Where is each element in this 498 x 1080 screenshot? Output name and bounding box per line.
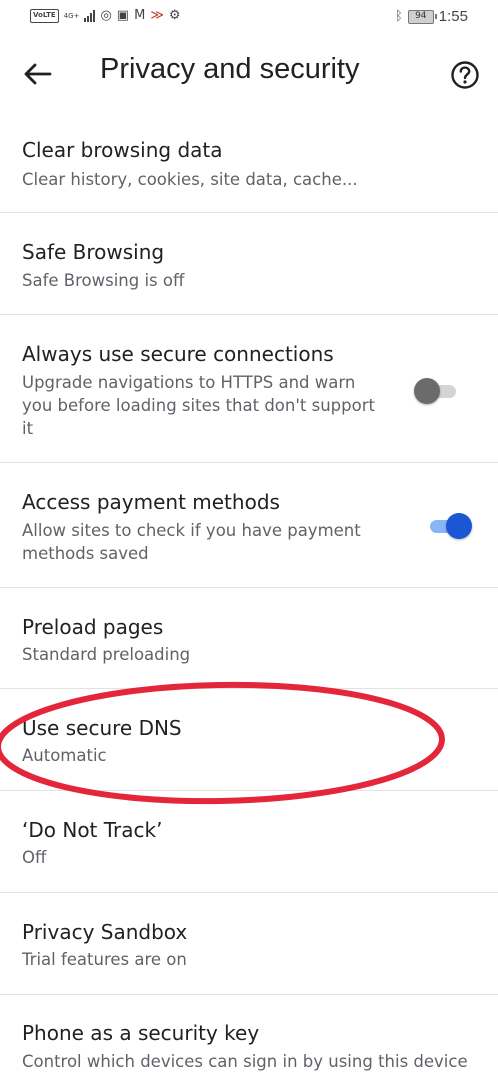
gmail-icon: M bbox=[134, 8, 146, 23]
help-circle-icon bbox=[451, 61, 479, 89]
network-type-label: 4G+ bbox=[63, 11, 80, 20]
do-not-track-item[interactable]: ‘Do Not Track’ Off bbox=[0, 791, 498, 893]
status-icons-right: ᛒ 94 1:55 bbox=[395, 8, 468, 25]
app-notification-icon: ≫ bbox=[150, 8, 164, 23]
item-subtitle: Off bbox=[22, 848, 47, 867]
bluetooth-icon: ᛒ bbox=[394, 9, 403, 24]
item-title: Always use secure connections bbox=[22, 342, 334, 366]
item-subtitle-line-1: Upgrade navigations to HTTPS and warn bbox=[22, 373, 356, 392]
phone-security-key-item[interactable]: Phone as a security key Control which de… bbox=[0, 995, 498, 1080]
safe-browsing-item[interactable]: Safe Browsing Safe Browsing is off bbox=[0, 213, 498, 315]
arrow-back-icon bbox=[24, 63, 52, 85]
item-subtitle: Trial features are on bbox=[22, 950, 187, 969]
settings-list: Clear browsing data Clear history, cooki… bbox=[0, 112, 498, 1080]
item-subtitle: Clear history, cookies, site data, cache… bbox=[22, 170, 358, 189]
battery-icon: 94 bbox=[407, 9, 437, 24]
secure-dns-item[interactable]: Use secure DNS Automatic bbox=[0, 689, 498, 791]
signal-icon bbox=[84, 10, 96, 22]
secure-connections-toggle[interactable] bbox=[414, 377, 462, 405]
item-title: Access payment methods bbox=[22, 490, 280, 514]
payment-methods-toggle[interactable] bbox=[424, 512, 472, 540]
hotspot-icon: ◎ bbox=[100, 8, 112, 23]
status-bar: VoLTE 4G+ ◎ ▣ M ≫ ⚙ ᛒ 94 1:55 bbox=[0, 0, 498, 36]
item-subtitle-line-2: methods saved bbox=[22, 544, 149, 563]
preload-pages-item[interactable]: Preload pages Standard preloading bbox=[0, 588, 498, 689]
item-title: Safe Browsing bbox=[22, 240, 165, 264]
item-subtitle-line-1: Allow sites to check if you have payment bbox=[22, 521, 361, 540]
item-title: Privacy Sandbox bbox=[22, 920, 188, 944]
settings-notification-icon: ⚙ bbox=[168, 8, 181, 23]
page-title: Privacy and security bbox=[100, 53, 360, 85]
privacy-sandbox-item[interactable]: Privacy Sandbox Trial features are on bbox=[0, 893, 498, 995]
app-bar: Privacy and security bbox=[0, 36, 498, 112]
help-button[interactable] bbox=[449, 59, 481, 91]
item-title: ‘Do Not Track’ bbox=[22, 818, 163, 842]
item-subtitle-line-3: it bbox=[22, 419, 34, 438]
back-button[interactable] bbox=[20, 58, 56, 90]
screenshot-icon: ▣ bbox=[116, 8, 130, 23]
volte-icon: VoLTE bbox=[30, 9, 59, 23]
status-icons-left: VoLTE 4G+ ◎ ▣ M ≫ ⚙ bbox=[30, 9, 181, 23]
item-subtitle: Control which devices can sign in by usi… bbox=[22, 1052, 468, 1071]
item-subtitle: Standard preloading bbox=[22, 645, 191, 664]
item-subtitle: Automatic bbox=[22, 746, 107, 765]
clear-browsing-data-item[interactable]: Clear browsing data Clear history, cooki… bbox=[0, 112, 498, 213]
status-time: 1:55 bbox=[438, 8, 468, 25]
item-subtitle-line-2: you before loading sites that don't supp… bbox=[22, 396, 375, 415]
secure-connections-item[interactable]: Always use secure connections Upgrade na… bbox=[0, 315, 498, 463]
item-title: Phone as a security key bbox=[22, 1021, 260, 1045]
item-title: Use secure DNS bbox=[22, 716, 182, 740]
item-title: Clear browsing data bbox=[22, 138, 223, 162]
item-subtitle: Safe Browsing is off bbox=[22, 271, 185, 290]
toggle-thumb bbox=[414, 378, 440, 404]
toggle-thumb bbox=[446, 513, 472, 539]
payment-methods-item[interactable]: Access payment methods Allow sites to ch… bbox=[0, 463, 498, 588]
item-title: Preload pages bbox=[22, 615, 164, 639]
